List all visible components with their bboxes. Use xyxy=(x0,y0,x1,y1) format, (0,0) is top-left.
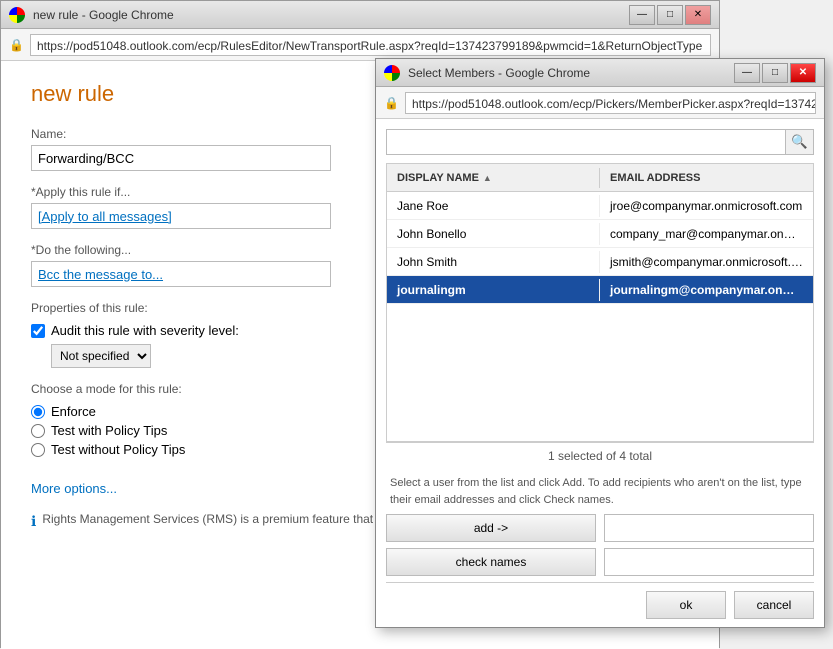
table-header: DISPLAY NAME ▲ EMAIL ADDRESS xyxy=(387,164,813,192)
test-policy-radio[interactable] xyxy=(31,424,45,438)
enforce-label: Enforce xyxy=(51,404,96,419)
ok-button[interactable]: ok xyxy=(646,591,726,619)
test-policy-label: Test with Policy Tips xyxy=(51,423,167,438)
dialog-action-buttons: add -> xyxy=(386,514,814,542)
add-button[interactable]: add -> xyxy=(386,514,596,542)
table-row[interactable]: John Smith jsmith@companymar.onmicrosoft… xyxy=(387,248,813,276)
table-row-selected[interactable]: journalingm journalingm@companymar.onmic… xyxy=(387,276,813,304)
select-members-dialog: Select Members - Google Chrome — □ ✕ 🔒 h… xyxy=(375,58,825,628)
status-bar: 1 selected of 4 total xyxy=(386,442,814,469)
do-select[interactable]: Bcc the message to... xyxy=(31,261,331,287)
member-name: journalingm xyxy=(387,279,600,301)
audit-checkbox[interactable] xyxy=(31,324,45,338)
info-icon: ℹ xyxy=(31,513,36,530)
search-input[interactable] xyxy=(387,133,785,152)
test-no-policy-label: Test without Policy Tips xyxy=(51,442,185,457)
dialog-minimize-button[interactable]: — xyxy=(734,63,760,83)
severity-dropdown[interactable]: Not specified Low Medium High xyxy=(51,344,151,368)
dialog-close-button[interactable]: ✕ xyxy=(790,63,816,83)
check-names-button[interactable]: check names xyxy=(386,548,596,576)
col-display-name: DISPLAY NAME ▲ xyxy=(387,168,600,188)
main-addressbar: 🔒 https://pod51048.outlook.com/ecp/Rules… xyxy=(1,29,719,61)
members-table: DISPLAY NAME ▲ EMAIL ADDRESS Jane Roe jr… xyxy=(386,163,814,442)
member-email: jsmith@companymar.onmicrosoft.com xyxy=(600,251,813,273)
dialog-title: Select Members - Google Chrome xyxy=(408,66,726,80)
dialog-titlebar: Select Members - Google Chrome — □ ✕ xyxy=(376,59,824,87)
member-name: Jane Roe xyxy=(387,195,600,217)
dialog-maximize-button[interactable]: □ xyxy=(762,63,788,83)
main-window-title: new rule - Google Chrome xyxy=(33,8,174,22)
search-button[interactable]: 🔍 xyxy=(785,130,813,154)
table-row[interactable]: John Bonello company_mar@companymar.onmi… xyxy=(387,220,813,248)
sort-arrow-icon: ▲ xyxy=(483,173,492,183)
address-url[interactable]: https://pod51048.outlook.com/ecp/RulesEd… xyxy=(30,34,711,56)
table-row[interactable]: Jane Roe jroe@companymar.onmicrosoft.com xyxy=(387,192,813,220)
dialog-controls: — □ ✕ xyxy=(734,63,816,83)
dialog-lock-icon: 🔒 xyxy=(384,96,399,110)
close-button[interactable]: ✕ xyxy=(685,5,711,25)
member-email: company_mar@companymar.onmicrosoft... xyxy=(600,223,813,245)
enforce-radio[interactable] xyxy=(31,405,45,419)
cancel-button[interactable]: cancel xyxy=(734,591,814,619)
add-input[interactable] xyxy=(604,514,814,542)
main-titlebar: new rule - Google Chrome — □ ✕ xyxy=(1,1,719,29)
dialog-url[interactable]: https://pod51048.outlook.com/ecp/Pickers… xyxy=(405,92,816,114)
main-window-controls: — □ ✕ xyxy=(629,5,711,25)
name-input[interactable] xyxy=(31,145,331,171)
member-email: journalingm@companymar.onmicro... xyxy=(600,279,813,301)
maximize-button[interactable]: □ xyxy=(657,5,683,25)
lock-icon: 🔒 xyxy=(9,38,24,52)
apply-select[interactable]: [Apply to all messages] xyxy=(31,203,331,229)
minimize-button[interactable]: — xyxy=(629,5,655,25)
col-email: EMAIL ADDRESS xyxy=(600,168,813,188)
member-email: jroe@companymar.onmicrosoft.com xyxy=(600,195,813,217)
dialog-content: 🔍 DISPLAY NAME ▲ EMAIL ADDRESS Jane Roe … xyxy=(376,119,824,629)
test-no-policy-radio[interactable] xyxy=(31,443,45,457)
help-text: Select a user from the list and click Ad… xyxy=(386,469,814,514)
dialog-check-buttons: check names xyxy=(386,548,814,576)
check-input[interactable] xyxy=(604,548,814,576)
dialog-footer: ok cancel xyxy=(386,582,814,619)
dialog-favicon xyxy=(384,65,400,81)
more-options-link[interactable]: More options... xyxy=(31,481,117,496)
search-bar: 🔍 xyxy=(386,129,814,155)
member-name: John Smith xyxy=(387,251,600,273)
dialog-addressbar: 🔒 https://pod51048.outlook.com/ecp/Picke… xyxy=(376,87,824,119)
audit-label: Audit this rule with severity level: xyxy=(51,323,239,338)
chrome-favicon xyxy=(9,7,25,23)
member-name: John Bonello xyxy=(387,223,600,245)
